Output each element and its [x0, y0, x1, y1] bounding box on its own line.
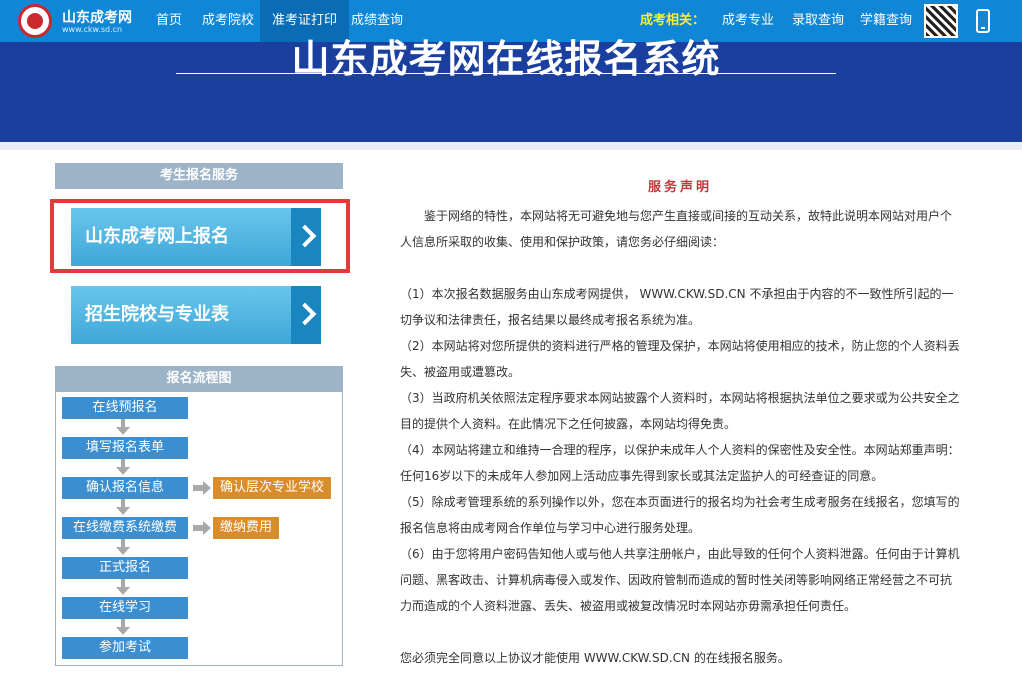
divider-band	[0, 142, 1022, 150]
down-arrow-icon	[116, 467, 130, 475]
statement-agreement: 您必须完全同意以上协议才能使用 WWW.CKW.SD.CN 的在线报名服务。	[400, 651, 790, 665]
site-url: www.ckw.sd.cn	[62, 25, 123, 34]
flow-side-confirm-major: 确认层次专业学校	[213, 477, 332, 499]
statement-item-6-line-3: 力而造成的个人资料泄露、丢失、被盗用或被复改情况时本网站亦毋需承担任何责任。	[400, 599, 857, 613]
nav-student-status[interactable]: 学籍查询	[848, 0, 924, 42]
statement-item-3-line-2: 目的提供个人资料。在此情况下之任何披露，本网站均得免责。	[400, 417, 737, 431]
schools-majors-button[interactable]: 招生院校与专业表	[71, 286, 321, 344]
statement-item-5-line-1: （5）除成考管理系统的系列操作以外，您在本页面进行的报名均为社会考生成考服务在线…	[400, 495, 960, 509]
statement-intro-line-1: 鉴于网络的特性，本网站将无可避免地与您产生直接或间接的互动关系，故特此说明本网站…	[424, 209, 953, 223]
down-arrow-icon	[116, 547, 130, 555]
statement-intro-line-2: 人信息所采取的收集、使用和保护政策，请您务必仔细阅读：	[400, 235, 725, 249]
site-logo-icon[interactable]	[18, 4, 52, 38]
flow-step-take-exam: 参加考试	[62, 637, 188, 659]
statement-item-6-line-2: 问题、黑客政击、计算机病毒侵入或发作、因政府管制而造成的暂时性关闭等影响网络正常…	[400, 573, 953, 587]
down-arrow-icon	[116, 587, 130, 595]
statement-item-5-line-2: 报名信息将由成考网合作单位与学习中心进行服务处理。	[400, 521, 701, 535]
down-arrow-icon	[116, 427, 130, 435]
statement-item-1-line-1: （1）本次报名数据服务由山东成考网提供， WWW.CKW.SD.CN 不承担由于…	[400, 287, 954, 301]
down-arrow-icon	[116, 627, 130, 635]
flow-side-pay-fees: 缴纳费用	[213, 517, 280, 539]
flow-connector	[121, 579, 125, 587]
service-header: 考生报名服务	[55, 163, 343, 189]
qr-code-icon[interactable]	[924, 4, 958, 38]
statement-item-3-line-1: （3）当政府机关依照法定程序要求本网站披露个人资料时，本网站将根据执法单位之要求…	[400, 391, 960, 405]
down-arrow-icon	[116, 507, 130, 515]
statement-item-2-line-2: 失、被盗用或遭篡改。	[400, 365, 521, 379]
page-title: 山东成考网在线报名系统	[291, 37, 721, 81]
chevron-right-icon	[291, 208, 321, 266]
statement-item-4-line-2: 任何16岁以下的未成年人参加网上活动应事先得到家长或其法定监护人的可经查证的同意…	[400, 469, 884, 483]
online-signup-label: 山东成考网上报名	[85, 226, 229, 247]
flow-connector	[121, 499, 125, 507]
banner-underline	[176, 73, 836, 74]
site-name[interactable]: 山东成考网	[62, 7, 132, 27]
flow-step-online-study: 在线学习	[62, 597, 188, 619]
right-arrow-icon	[193, 521, 211, 535]
flow-chart-header: 报名流程图	[55, 366, 343, 392]
statement-title: 服务声明	[647, 180, 712, 195]
schools-majors-label: 招生院校与专业表	[85, 304, 229, 325]
flow-connector	[121, 419, 125, 427]
statement-item-2-line-1: （2）本网站将对您所提供的资料进行严格的管理及保护，本网站将使用相应的技术，防止…	[400, 339, 960, 353]
right-arrow-icon	[193, 481, 211, 495]
statement-item-1-line-2: 切争议和法律责任，报名结果以最终成考报名系统为准。	[400, 313, 701, 327]
flow-connector	[121, 459, 125, 467]
flow-step-confirm-info: 确认报名信息	[62, 477, 188, 499]
flow-step-formal-register: 正式报名	[62, 557, 188, 579]
statement-item-4-line-1: （4）本网站将建立和维持一合理的程序，以保护未成年人个人资料的保密性及安全性。本…	[400, 443, 960, 457]
chevron-right-icon	[291, 286, 321, 344]
flow-connector	[121, 539, 125, 547]
flow-step-pre-register: 在线预报名	[62, 397, 188, 419]
online-signup-button[interactable]: 山东成考网上报名	[71, 208, 321, 266]
flow-connector	[121, 619, 125, 627]
flow-step-fill-form: 填写报名表单	[62, 437, 188, 459]
statement-item-6-line-1: （6）由于您将用户密码告知他人或与他人共享注册帐户，由此导致的任何个人资料泄露。…	[400, 547, 960, 561]
flow-step-online-payment: 在线缴费系统缴费	[62, 517, 188, 539]
mobile-phone-icon[interactable]	[976, 9, 990, 33]
